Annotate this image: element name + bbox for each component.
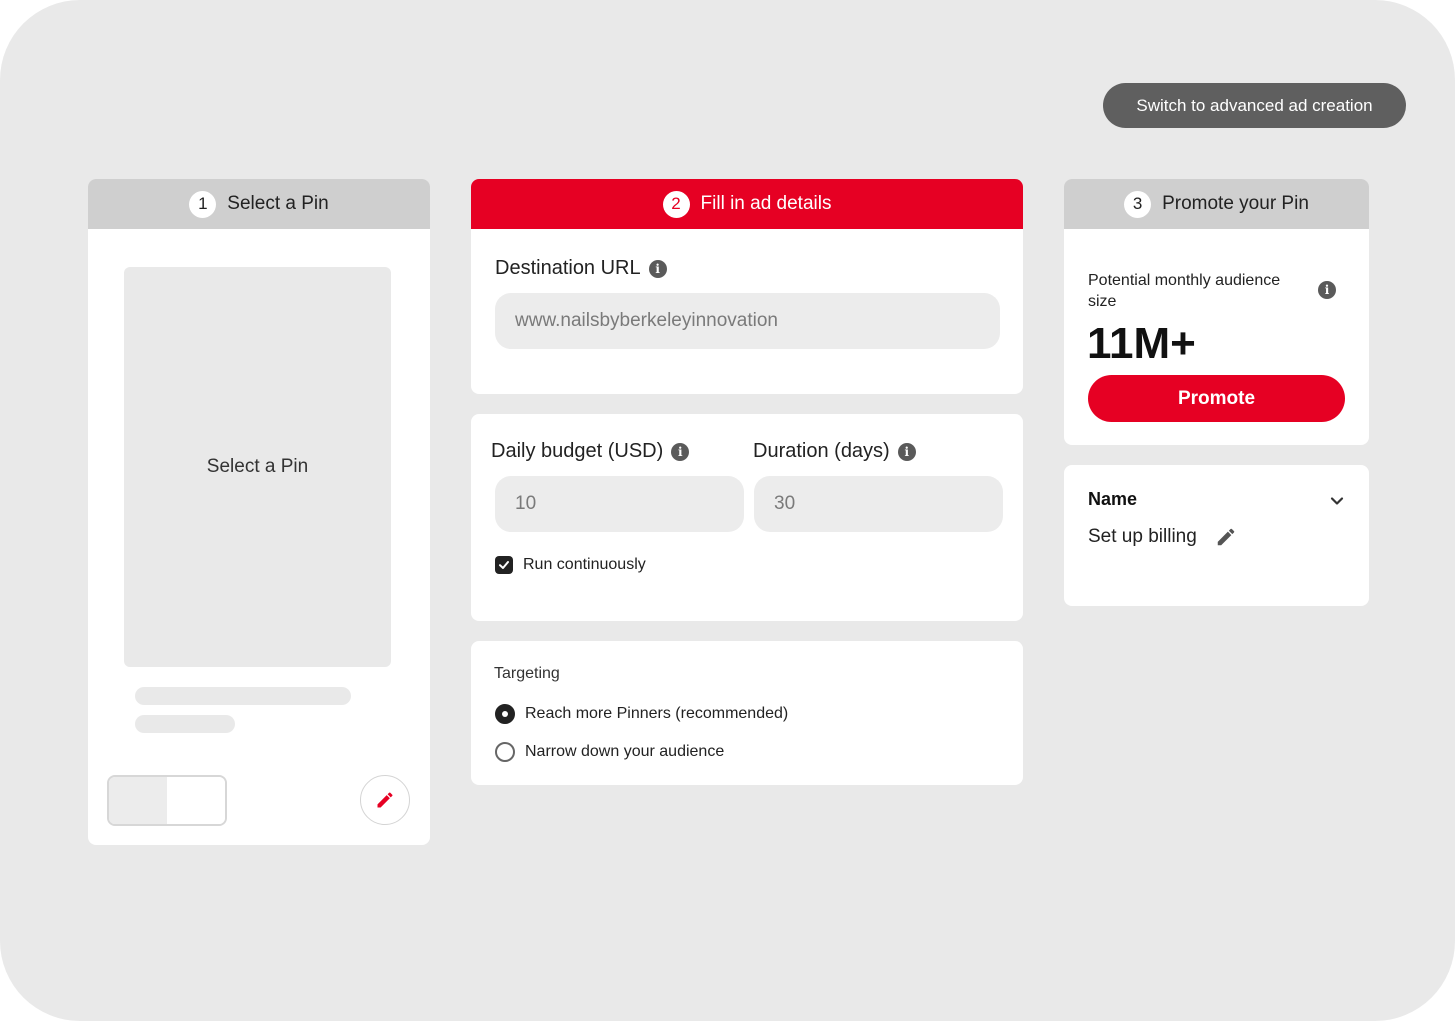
pencil-icon xyxy=(377,792,393,808)
step-2-number: 2 xyxy=(662,190,690,218)
step-1-header: 1 Select a Pin xyxy=(88,179,430,229)
skeleton-line xyxy=(135,715,235,733)
duration-label: Duration (days) xyxy=(753,440,890,462)
duration-label-row: Duration (days) i xyxy=(753,440,916,463)
audience-value: 11M+ xyxy=(1087,319,1196,368)
daily-budget-label: Daily budget (USD) xyxy=(491,440,664,462)
checkmark-icon xyxy=(499,561,509,569)
pencil-icon[interactable] xyxy=(1215,526,1237,548)
skeleton-line xyxy=(135,687,351,705)
daily-budget-label-row: Daily budget (USD) i xyxy=(491,440,690,463)
name-label: Name xyxy=(1088,489,1138,509)
targeting-option-label: Narrow down your audience xyxy=(525,743,725,760)
targeting-option-narrow[interactable]: Narrow down your audience xyxy=(495,742,724,762)
info-icon[interactable]: i xyxy=(1318,281,1336,299)
audience-label: Potential monthly audience size xyxy=(1088,272,1281,310)
destination-url-label: Destination URL xyxy=(495,257,641,279)
toggle-left[interactable] xyxy=(109,777,167,824)
daily-budget-input[interactable] xyxy=(495,476,744,532)
targeting-card: Targeting Reach more Pinners (recommende… xyxy=(471,641,1023,785)
toggle-right[interactable] xyxy=(167,777,225,824)
targeting-option-label: Reach more Pinners (recommended) xyxy=(525,705,789,722)
select-pin-card: 1 Select a Pin Select a Pin xyxy=(88,179,430,845)
step-1-title: Select a Pin xyxy=(227,193,329,214)
step-1-number: 1 xyxy=(189,190,217,218)
promote-button[interactable]: Promote xyxy=(1088,375,1345,422)
targeting-option-reach[interactable]: Reach more Pinners (recommended) xyxy=(495,704,788,724)
info-icon[interactable]: i xyxy=(648,259,667,278)
billing-card: Name Set up billing xyxy=(1064,465,1369,606)
destination-url-input[interactable] xyxy=(495,293,1000,349)
info-icon[interactable]: i xyxy=(671,442,690,461)
pin-placeholder-label: Select a Pin xyxy=(206,456,309,477)
destination-url-label-row: Destination URL i xyxy=(495,257,667,280)
pin-placeholder[interactable]: Select a Pin xyxy=(124,267,391,667)
run-continuously-row[interactable]: Run continuously xyxy=(495,556,646,574)
budget-card: Daily budget (USD) i Duration (days) i R… xyxy=(471,414,1023,621)
duration-input[interactable] xyxy=(754,476,1003,532)
promote-card: 3 Promote your Pin Potential monthly aud… xyxy=(1064,179,1369,445)
run-continuously-checkbox[interactable] xyxy=(495,556,513,574)
step-3-title: Promote your Pin xyxy=(1162,193,1309,214)
radio-narrow-down[interactable] xyxy=(495,742,515,762)
step-3-number: 3 xyxy=(1124,190,1152,218)
chevron-down-icon[interactable] xyxy=(1329,493,1345,509)
radio-reach-more[interactable] xyxy=(495,704,515,724)
step-3-header: 3 Promote your Pin xyxy=(1064,179,1369,229)
targeting-label: Targeting xyxy=(494,665,560,682)
switch-to-advanced-button[interactable]: Switch to advanced ad creation xyxy=(1103,83,1406,128)
destination-url-card: 2 Fill in ad details Destination URL i xyxy=(471,179,1023,394)
step-2-header: 2 Fill in ad details xyxy=(471,179,1023,229)
run-continuously-label: Run continuously xyxy=(523,556,646,573)
billing-row[interactable]: Set up billing xyxy=(1088,526,1237,548)
view-toggle[interactable] xyxy=(107,775,227,826)
edit-pin-button[interactable] xyxy=(360,775,410,825)
set-up-billing-label: Set up billing xyxy=(1088,526,1197,547)
app-frame: Switch to advanced ad creation 1 Select … xyxy=(0,0,1455,1021)
info-icon[interactable]: i xyxy=(897,442,916,461)
step-2-title: Fill in ad details xyxy=(700,193,832,214)
